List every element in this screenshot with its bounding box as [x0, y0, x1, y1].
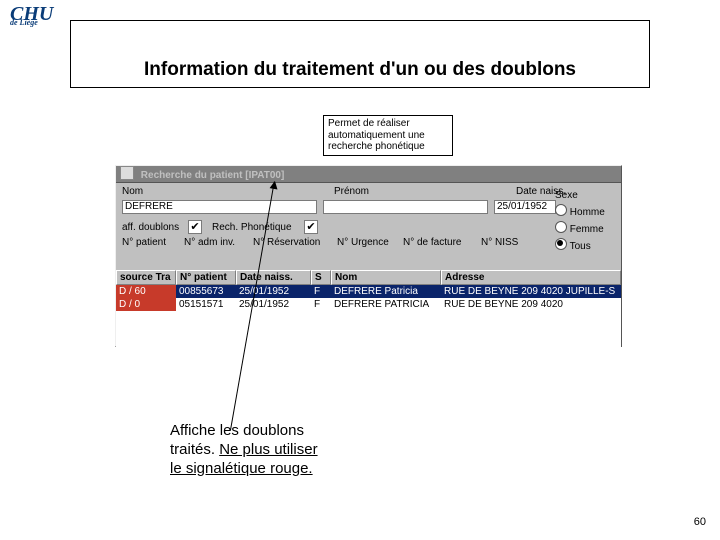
- results-table: source Tra N° patient Date naiss. S Nom …: [116, 270, 621, 353]
- logo: CHU de Liège: [10, 6, 53, 26]
- cell-source: D / 60: [116, 285, 176, 298]
- page-title: Information du traitement d'un ou des do…: [144, 59, 576, 81]
- col-nom[interactable]: Nom: [331, 270, 441, 285]
- cell-adresse: RUE DE BEYNE 209 4020 JUPILLE-S: [441, 285, 621, 298]
- radio-tous-label: Tous: [570, 241, 591, 252]
- col-datenaiss[interactable]: Date naiss.: [236, 270, 311, 285]
- label-nurg: N° Urgence: [337, 237, 397, 248]
- radio-tous[interactable]: [555, 238, 567, 250]
- label-prenom: Prénom: [334, 186, 394, 197]
- checkbox-phonetique[interactable]: ✔: [304, 220, 318, 234]
- cell-sexe: F: [311, 285, 331, 298]
- window-titlebar: Recherche du patient [IPAT00]: [116, 166, 621, 183]
- table-empty: [116, 311, 621, 353]
- caption-line1: Affiche les doublons: [170, 422, 304, 439]
- label-nniss: N° NISS: [481, 237, 518, 248]
- date-field[interactable]: 25/01/1952: [494, 200, 556, 214]
- caption-underline1: Ne plus utiliser: [219, 441, 317, 458]
- radio-femme-label: Femme: [570, 224, 604, 235]
- page-number: 60: [694, 516, 706, 528]
- radio-homme[interactable]: [555, 204, 567, 216]
- cell-nom: DEFRERE Patricia: [331, 285, 441, 298]
- table-row[interactable]: D / 60 00855673 25/01/1952 F DEFRERE Pat…: [116, 285, 621, 298]
- label-nom: Nom: [122, 186, 162, 197]
- caption-line2a: traités.: [170, 441, 219, 458]
- table-row[interactable]: D / 0 05151571 25/01/1952 F DEFRERE PATR…: [116, 298, 621, 311]
- cell-sexe: F: [311, 298, 331, 311]
- col-sexe[interactable]: S: [311, 270, 331, 285]
- table-header: source Tra N° patient Date naiss. S Nom …: [116, 270, 621, 285]
- sexe-group: Sexe Homme Femme Tous: [555, 188, 615, 255]
- title-box: Information du traitement d'un ou des do…: [70, 20, 650, 88]
- col-adresse[interactable]: Adresse: [441, 270, 621, 285]
- app-window: Recherche du patient [IPAT00] Nom Prénom…: [115, 165, 622, 347]
- prenom-field[interactable]: [323, 200, 488, 214]
- label-nfact: N° de facture: [403, 237, 475, 248]
- label-sexe: Sexe: [555, 188, 615, 204]
- annotation-phonetic: Permet de réaliser automatiquement une r…: [323, 115, 453, 156]
- col-source[interactable]: source Tra: [116, 270, 176, 285]
- cell-source: D / 0: [116, 298, 176, 311]
- label-phon: Rech. Phonétique: [212, 222, 298, 233]
- cell-nom: DEFRERE PATRICIA: [331, 298, 441, 311]
- label-aff: aff. doublons: [122, 222, 182, 233]
- label-nadmin: N° adm inv.: [184, 237, 247, 248]
- col-npatient[interactable]: N° patient: [176, 270, 236, 285]
- caption-bottom: Affiche les doublons traités. Ne plus ut…: [170, 422, 400, 478]
- cell-adresse: RUE DE BEYNE 209 4020: [441, 298, 621, 311]
- cell-date: 25/01/1952: [236, 298, 311, 311]
- label-npatient: N° patient: [122, 237, 178, 248]
- cell-npatient: 00855673: [176, 285, 236, 298]
- radio-homme-label: Homme: [570, 207, 605, 218]
- window-title: Recherche du patient [IPAT00]: [141, 170, 285, 181]
- checkbox-aff-doublons[interactable]: ✔: [188, 220, 202, 234]
- cell-npatient: 05151571: [176, 298, 236, 311]
- window-icon: [120, 166, 134, 180]
- nom-field[interactable]: DEFRERE: [122, 200, 317, 214]
- caption-underline2: le signalétique rouge.: [170, 460, 313, 477]
- radio-femme[interactable]: [555, 221, 567, 233]
- cell-date: 25/01/1952: [236, 285, 311, 298]
